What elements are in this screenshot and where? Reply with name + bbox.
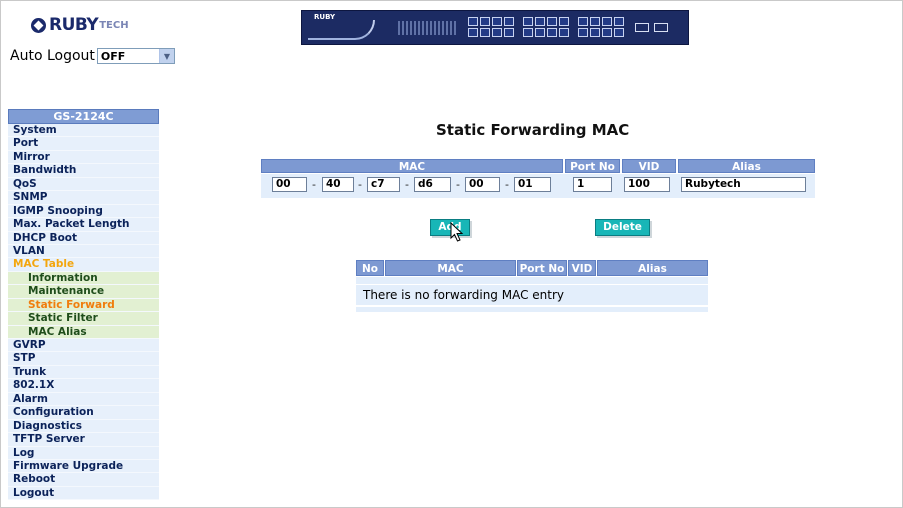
form-header-port: Port No [565, 159, 620, 173]
port-group-3 [578, 17, 624, 39]
table-header-no: No [356, 260, 384, 276]
sidebar-subitem-static-filter[interactable]: Static Filter [8, 312, 159, 326]
mac-separator: - [312, 178, 316, 191]
page-title: Static Forwarding MAC [436, 121, 630, 139]
banner-led-panel [398, 21, 456, 35]
sidebar-item-mac-table[interactable]: MAC Table [8, 258, 159, 272]
table-spacer [356, 277, 708, 284]
auto-logout-select[interactable]: OFF ▼ [96, 48, 175, 64]
mac-separator: - [505, 178, 509, 191]
form-header-mac: MAC [261, 159, 563, 173]
sidebar-subitem-mac-alias[interactable]: MAC Alias [8, 325, 159, 339]
mac-octet-3-input[interactable]: c7 [367, 177, 400, 192]
mac-octet-4-input[interactable]: d6 [414, 177, 451, 192]
sidebar-item-snmp[interactable]: SNMP [8, 191, 159, 205]
port-no-input[interactable]: 1 [573, 177, 612, 192]
sidebar-item-max-packet-length[interactable]: Max. Packet Length [8, 218, 159, 232]
mac-octet-1-input[interactable]: 00 [272, 177, 307, 192]
sidebar-item-dhcp-boot[interactable]: DHCP Boot [8, 231, 159, 245]
ruby-logo-icon [31, 17, 46, 33]
sidebar-item-mirror[interactable]: Mirror [8, 150, 159, 165]
auto-logout-value: OFF [100, 49, 126, 63]
mouse-cursor-icon [450, 222, 464, 242]
sidebar-item-stp[interactable]: STP [8, 352, 159, 366]
empty-message: There is no forwarding MAC entry [356, 285, 708, 305]
alias-input[interactable]: Rubytech [681, 177, 806, 192]
sidebar-item-trunk[interactable]: Trunk [8, 365, 159, 380]
sidebar-item-configuration[interactable]: Configuration [8, 406, 159, 420]
sidebar-item-reboot[interactable]: Reboot [8, 473, 159, 487]
mac-separator: - [456, 178, 460, 191]
sidebar-subitem-maintenance[interactable]: Maintenance [8, 285, 159, 299]
mac-octet-5-input[interactable]: 00 [465, 177, 500, 192]
sidebar-item-igmp-snooping[interactable]: IGMP Snooping [8, 204, 159, 219]
mac-octet-6-input[interactable]: 01 [514, 177, 551, 192]
sidebar-subitem-information[interactable]: Information [8, 271, 159, 286]
sidebar-nav: GS-2124C System Port Mirror Bandwidth Qo… [8, 109, 159, 501]
mac-separator: - [405, 178, 409, 191]
sidebar-item-8021x[interactable]: 802.1X [8, 379, 159, 393]
delete-button[interactable]: Delete [595, 219, 650, 236]
sidebar-item-bandwidth[interactable]: Bandwidth [8, 164, 159, 178]
vid-input[interactable]: 100 [624, 177, 670, 192]
form-header-alias: Alias [678, 159, 815, 173]
ruby-logo: RUBY TECH [31, 15, 129, 35]
sidebar-item-qos[interactable]: QoS [8, 177, 159, 192]
sidebar-item-port[interactable]: Port [8, 137, 159, 151]
sfp-port-1 [635, 23, 649, 32]
mac-separator: - [358, 178, 362, 191]
table-header-vid: VID [568, 260, 596, 276]
logo-text: RUBY [49, 15, 99, 35]
sidebar-item-log[interactable]: Log [8, 446, 159, 460]
sidebar-item-diagnostics[interactable]: Diagnostics [8, 419, 159, 434]
table-header-port: Port No [517, 260, 567, 276]
mac-octet-2-input[interactable]: 40 [322, 177, 354, 192]
auto-logout: Auto Logout OFF ▼ [10, 48, 175, 64]
sidebar-item-logout[interactable]: Logout [8, 486, 159, 501]
sidebar-item-tftp-server[interactable]: TFTP Server [8, 433, 159, 447]
auto-logout-label: Auto Logout [10, 48, 95, 64]
banner-swoosh [308, 20, 375, 40]
sidebar-item-system[interactable]: System [8, 124, 159, 138]
port-group-2 [523, 17, 569, 39]
sidebar-item-vlan[interactable]: VLAN [8, 244, 159, 259]
sidebar-subitem-static-forward[interactable]: Static Forward [8, 298, 159, 313]
sidebar-item-gvrp[interactable]: GVRP [8, 339, 159, 353]
port-group-1 [468, 17, 514, 39]
sidebar-item-firmware-upgrade[interactable]: Firmware Upgrade [8, 459, 159, 474]
table-footer [356, 307, 708, 312]
logo-subtext: TECH [99, 19, 129, 31]
table-header-mac: MAC [385, 260, 516, 276]
switch-banner: RUBY [301, 10, 689, 45]
sfp-port-2 [654, 23, 668, 32]
form-header-vid: VID [622, 159, 676, 173]
table-header-alias: Alias [597, 260, 708, 276]
chevron-down-icon[interactable]: ▼ [158, 49, 174, 63]
sidebar-item-alarm[interactable]: Alarm [8, 392, 159, 407]
device-model: GS-2124C [8, 109, 159, 124]
